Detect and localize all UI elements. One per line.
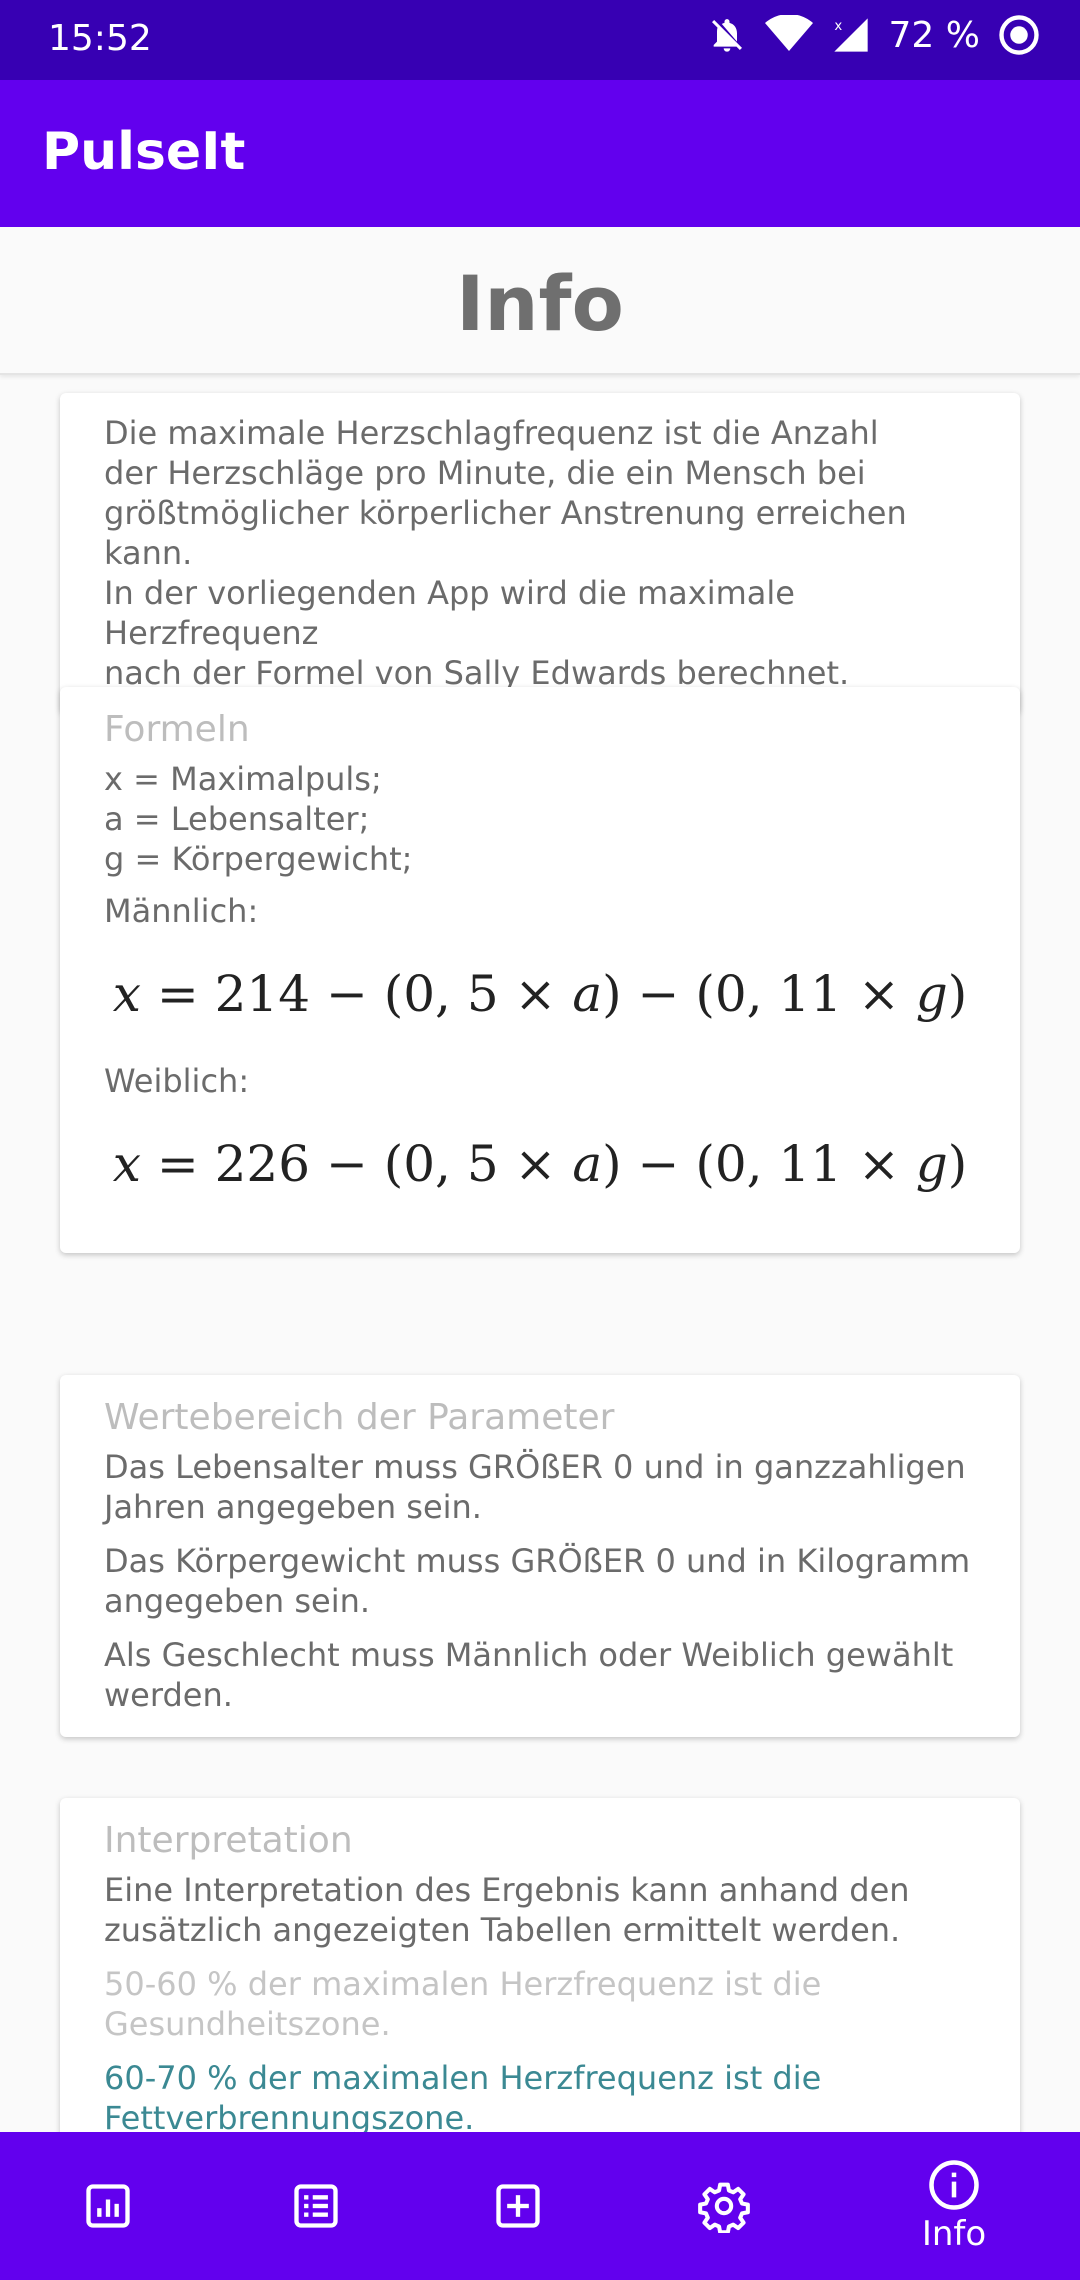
nav-item-statistics[interactable] [0,2132,216,2280]
add-box-icon [496,2184,540,2228]
male-constant: 214 [214,965,311,1023]
fat-burn-zone-line: Fettverbrennungszone. [104,2099,475,2132]
range-heading: Wertebereich der Parameter [104,1397,615,1438]
interpretation-paragraph: Eine Interpretation des Ergebnis kann an… [104,1870,976,1950]
page-header: Info [0,227,1080,375]
female-constant: 226 [214,1135,311,1193]
nav-info-label: Info [921,2214,987,2254]
formulas-card: Formeln x = Maximalpuls; a = Lebensalter… [60,687,1020,1253]
info-icon [929,2160,979,2210]
range-paragraph: Das Körpergewicht muss GRÖßER 0 und in K… [104,1541,976,1621]
intro-line: der Herzschläge pro Minute, die ein Mens… [104,454,866,492]
notifications-off-icon [711,19,742,52]
range-line: angegeben sein. [104,1582,371,1620]
bottom-navigation: Info [0,2132,1080,2280]
range-line: Das Körpergewicht muss GRÖßER 0 und in K… [104,1542,971,1580]
male-formula: x = 214 − (0, 5 × a) − (0, 11 × g) [112,965,968,1023]
range-line: Jahren angegeben sein. [104,1488,482,1526]
app-title: PulseIt [42,122,246,182]
interpretation-line: Eine Interpretation des Ergebnis kann an… [104,1871,910,1909]
signal-icon: x [833,18,868,52]
svg-text:x: x [834,19,842,34]
definition-line: x = Maximalpuls; [104,760,382,798]
range-line: werden. [104,1676,233,1714]
status-time: 15:52 [48,18,152,59]
status-bar: 15:52 x 72 % [0,0,1080,80]
formulas-heading: Formeln [104,709,250,750]
list-icon [294,2184,338,2228]
chart-icon [86,2184,130,2228]
definition-line: g = Körpergewicht; [104,840,413,878]
interpretation-line: zusätzlich angezeigten Tabellen ermittel… [104,1911,901,1949]
female-label: Weiblich: [104,1062,250,1100]
nav-item-add[interactable] [410,2132,626,2280]
range-paragraph: Das Lebensalter muss GRÖßER 0 und in gan… [104,1447,976,1527]
content-scroll[interactable]: Die maximale Herzschlagfrequenz ist die … [0,375,1080,2132]
intro-line: In der vorliegenden App wird die maximal… [104,574,795,652]
definitions: x = Maximalpuls; a = Lebensalter; g = Kö… [104,759,976,879]
male-label: Männlich: [104,892,259,930]
intro-line: größtmöglicher körperlicher Anstrenung e… [104,494,907,572]
fat-burn-zone-text: 60-70 % der maximalen Herzfrequenz ist d… [104,2058,976,2132]
nav-item-settings[interactable] [616,2132,832,2280]
health-zone-line: Gesundheitszone. [104,2005,391,2043]
health-zone-line: 50-60 % der maximalen Herzfrequenz ist d… [104,1965,822,2003]
interpretation-heading: Interpretation [104,1820,353,1861]
range-paragraph: Als Geschlecht muss Männlich oder Weibli… [104,1635,976,1715]
status-icons: x 72 % [707,14,1040,56]
range-line: Als Geschlecht muss Männlich oder Weibli… [104,1636,954,1674]
page-title: Info [456,259,624,348]
interpretation-card: Interpretation Eine Interpretation des E… [60,1798,1020,2132]
nav-item-info[interactable]: Info [846,2132,1062,2280]
settings-icon [698,2182,750,2233]
intro-line: Die maximale Herzschlagfrequenz ist die … [104,414,879,452]
sync-icon [999,15,1039,55]
female-formula: x = 226 − (0, 5 × a) − (0, 11 × g) [112,1135,968,1193]
range-line: Das Lebensalter muss GRÖßER 0 und in gan… [104,1448,966,1486]
app-bar: PulseIt [0,80,1080,227]
intro-text: Die maximale Herzschlagfrequenz ist die … [60,393,1020,713]
wifi-icon [764,15,813,51]
nav-item-list[interactable] [208,2132,424,2280]
definition-line: a = Lebensalter; [104,800,370,838]
health-zone-text: 50-60 % der maximalen Herzfrequenz ist d… [104,1964,976,2044]
intro-card: Die maximale Herzschlagfrequenz ist die … [60,393,1020,713]
fat-burn-zone-line: 60-70 % der maximalen Herzfrequenz ist d… [104,2059,822,2097]
battery-percent: 72 % [888,14,980,56]
range-card: Wertebereich der Parameter Das Lebensalt… [60,1375,1020,1737]
